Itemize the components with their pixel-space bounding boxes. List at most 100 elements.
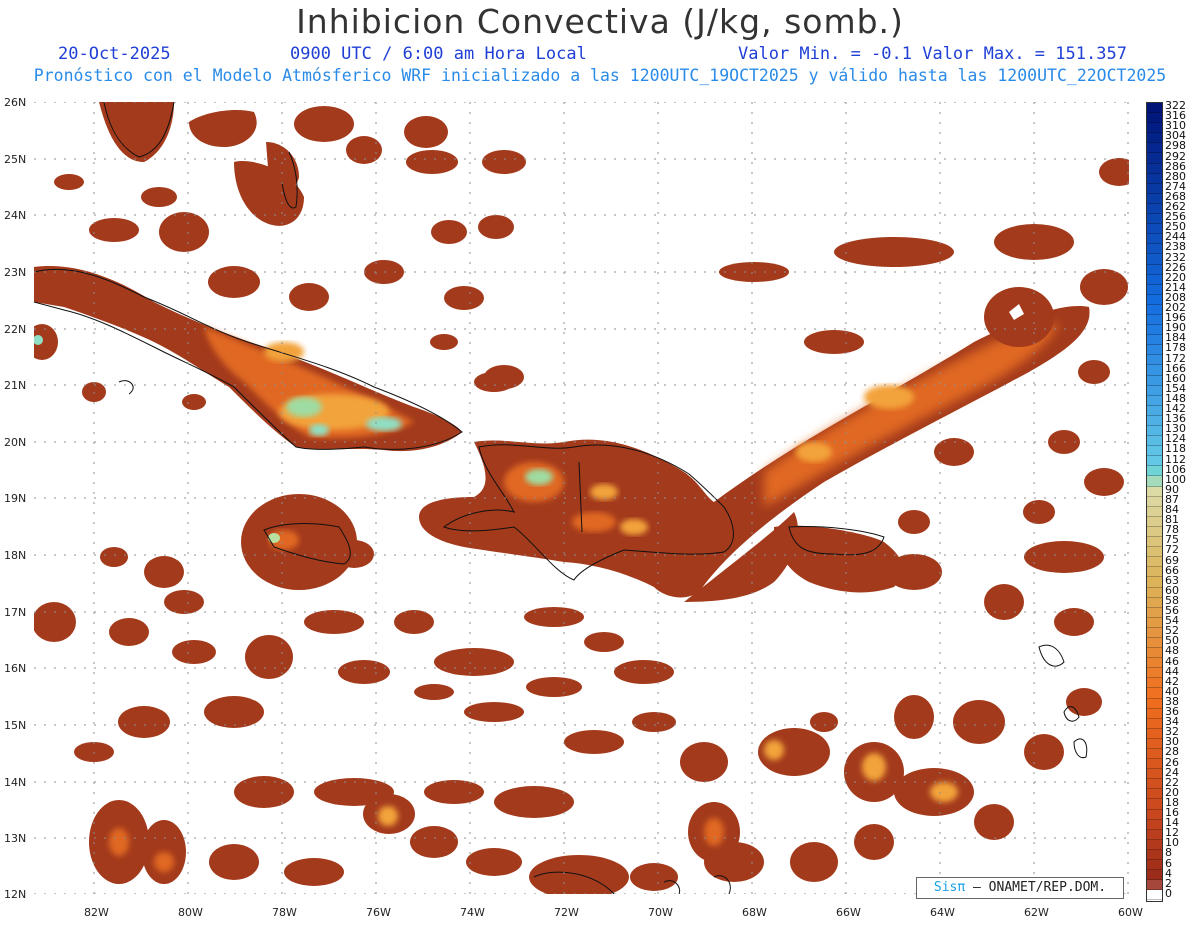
colorbar-segment: [1147, 405, 1162, 416]
colorbar-segment: [1147, 728, 1162, 739]
colorbar-segment: [1147, 799, 1162, 810]
lat-label: 16N: [4, 662, 27, 675]
colorbar-segment: [1147, 557, 1162, 568]
map-title: Inhibicion Convectiva (J/kg, somb.): [296, 2, 904, 41]
colorbar-segment: [1147, 103, 1162, 114]
colorbar-segment: [1147, 506, 1162, 517]
lon-label: 70W: [648, 906, 673, 919]
lat-label: 21N: [4, 379, 27, 392]
lon-label: 76W: [366, 906, 391, 919]
lon-label: 74W: [460, 906, 485, 919]
lat-label: 12N: [4, 888, 27, 901]
colorbar-segment: [1147, 143, 1162, 154]
colorbar-segment: [1147, 214, 1162, 225]
lat-label: 15N: [4, 719, 27, 732]
lat-label: 18N: [4, 549, 27, 562]
colorbar-segment: [1147, 153, 1162, 164]
colorbar-segment: [1147, 668, 1162, 679]
colorbar-segment: [1147, 254, 1162, 265]
colorbar-segment: [1147, 436, 1162, 447]
colorbar-segment: [1147, 466, 1162, 477]
colorbar-segment: [1147, 345, 1162, 356]
colorbar-segment: [1147, 163, 1162, 174]
colorbar-segment: [1147, 547, 1162, 558]
colorbar-segment: [1147, 426, 1162, 437]
colorbar-segment: [1147, 123, 1162, 134]
lon-label: 66W: [836, 906, 861, 919]
colorbar-segment: [1147, 244, 1162, 255]
lon-label: 62W: [1024, 906, 1049, 919]
colorbar-segment: [1147, 678, 1162, 689]
colorbar-segment: [1147, 395, 1162, 406]
colorbar-segment: [1147, 375, 1162, 386]
forecast-description: Pronóstico con el Modelo Atmósferico WRF…: [33, 66, 1167, 85]
colorbar-segment: [1147, 587, 1162, 598]
colorbar-segment: [1147, 314, 1162, 326]
colorbar-segment: [1147, 476, 1162, 487]
colorbar-segment: [1147, 496, 1162, 507]
colorbar-segment: [1147, 819, 1162, 830]
lat-label: 14N: [4, 776, 27, 789]
colorbar-segment: [1147, 537, 1162, 548]
colorbar-segment: [1147, 335, 1162, 346]
colorbar-segment: [1147, 759, 1162, 770]
colorbar-segment: [1147, 809, 1162, 820]
colorbar-segment: [1147, 698, 1162, 709]
colorbar-segment: [1147, 193, 1162, 204]
valid-date: 20-Oct-2025: [58, 44, 171, 64]
colorbar-segment: [1147, 839, 1162, 850]
colorbar-segment: [1147, 648, 1162, 659]
colorbar-segment: [1147, 526, 1162, 538]
colorbar-segment: [1147, 284, 1162, 295]
colorbar-segment: [1147, 890, 1162, 901]
lon-label: 60W: [1118, 906, 1143, 919]
lon-label: 68W: [742, 906, 767, 919]
lon-label: 80W: [178, 906, 203, 919]
lon-label: 82W: [84, 906, 109, 919]
colorbar-segment: [1147, 113, 1162, 124]
colorbar-segment: [1147, 718, 1162, 729]
credit-box: Sisπ – ONAMET/REP.DOM.: [916, 877, 1124, 899]
colorbar-segment: [1147, 294, 1162, 305]
colorbar-segment: [1147, 415, 1162, 426]
lat-label: 23N: [4, 266, 27, 279]
valid-time: 0900 UTC / 6:00 am Hora Local: [290, 44, 587, 64]
lat-label: 26N: [4, 96, 27, 109]
colorbar: [1146, 102, 1163, 902]
lat-label: 25N: [4, 153, 27, 166]
colorbar-segment: [1147, 738, 1162, 749]
colorbar-segment: [1147, 203, 1162, 215]
colorbar-segment: [1147, 456, 1162, 467]
colorbar-segment: [1147, 749, 1162, 760]
lon-label: 78W: [272, 906, 297, 919]
sispi-logo: Sisπ: [933, 880, 966, 895]
colorbar-segment: [1147, 860, 1162, 871]
lat-label: 17N: [4, 606, 27, 619]
lat-label: 13N: [4, 832, 27, 845]
lon-label: 64W: [930, 906, 955, 919]
colorbar-segment: [1147, 224, 1162, 235]
colorbar-segment: [1147, 658, 1162, 669]
colorbar-segment: [1147, 597, 1162, 608]
lat-label: 22N: [4, 323, 27, 336]
colorbar-segment: [1147, 617, 1162, 628]
colorbar-segment: [1147, 365, 1162, 376]
colorbar-segment: [1147, 234, 1162, 245]
min-max-values: Valor Min. = -0.1 Valor Max. = 151.357: [738, 44, 1127, 64]
colorbar-segment: [1147, 274, 1162, 285]
colorbar-segment: [1147, 133, 1162, 144]
colorbar-segment: [1147, 304, 1162, 315]
colorbar-segment: [1147, 607, 1162, 618]
colorbar-segment: [1147, 516, 1162, 527]
lat-label: 19N: [4, 492, 27, 505]
colorbar-segment: [1147, 355, 1162, 366]
colorbar-segment: [1147, 708, 1162, 719]
lat-label: 24N: [4, 209, 27, 222]
colorbar-segment: [1147, 829, 1162, 840]
colorbar-segment: [1147, 769, 1162, 780]
colorbar-segment: [1147, 264, 1162, 275]
colorbar-segment: [1147, 446, 1162, 457]
colorbar-segment: [1147, 486, 1162, 497]
colorbar-segment: [1147, 688, 1162, 699]
colorbar-label: 0: [1165, 886, 1172, 900]
